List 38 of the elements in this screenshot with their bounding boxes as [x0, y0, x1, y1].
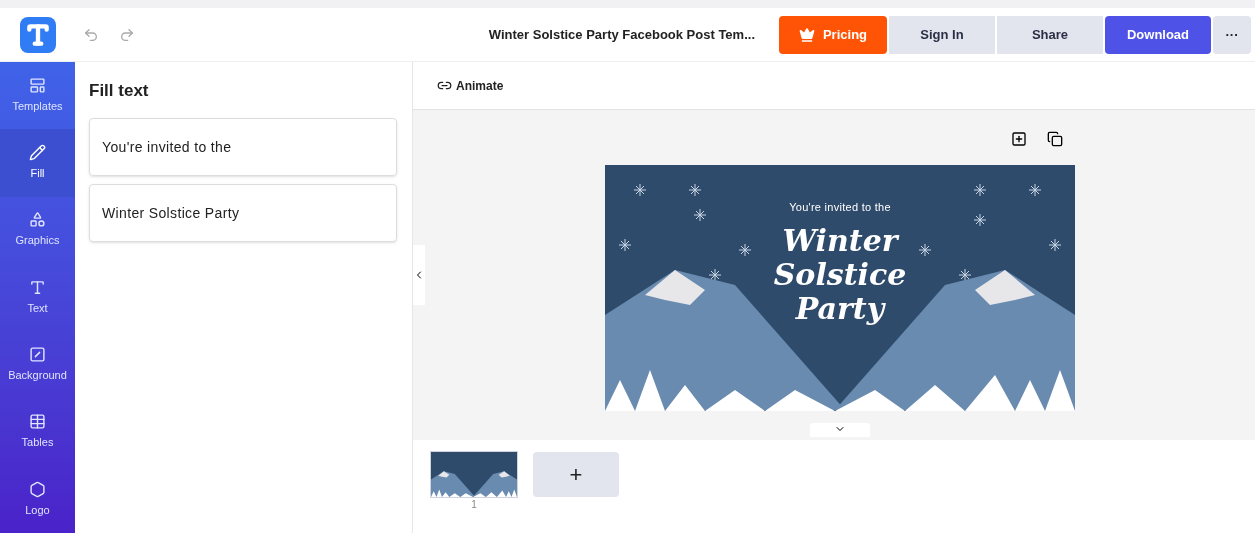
panel-title: Fill text	[89, 80, 150, 102]
header-button[interactable]: Share	[997, 15, 1103, 54]
sidebar-tab[interactable]: Templates	[0, 62, 75, 130]
letter-t-icon	[29, 278, 46, 296]
text-field[interactable]: Winter Solstice Party	[89, 183, 397, 242]
more-button[interactable]: ···	[1213, 15, 1251, 54]
redo-icon[interactable]	[119, 26, 135, 43]
app-logo[interactable]	[19, 16, 56, 53]
crown-icon	[798, 26, 815, 43]
sidebar-tab[interactable]: Graphics	[0, 196, 75, 264]
hexagon-icon	[29, 480, 46, 498]
pencil-icon	[29, 144, 46, 162]
poster-title-line: Winter	[782, 223, 898, 258]
poster-design[interactable]: You're invited to the Winter Solstice Party	[605, 165, 1075, 411]
page-number: 1	[471, 498, 477, 512]
sidebar-tab[interactable]: Fill	[0, 129, 75, 197]
layout-icon	[29, 76, 46, 94]
text-field[interactable]: You're invited to the	[89, 117, 397, 176]
letter-t-icon	[24, 21, 51, 48]
poster-title-line: Party	[795, 291, 885, 326]
sidebar-tab[interactable]: Text	[0, 263, 75, 332]
add-page-button[interactable]: +	[533, 452, 619, 497]
hatched-square-icon	[29, 346, 46, 363]
animate-button[interactable]: Animate	[437, 76, 504, 95]
sidebar-tab[interactable]: Logo	[0, 465, 75, 533]
download-button[interactable]: Download	[1105, 15, 1211, 54]
document-title[interactable]: Winter Solstice Party Facebook Post Tem...	[488, 24, 755, 45]
duplicate-icon[interactable]	[1047, 131, 1063, 147]
sidebar-tab[interactable]: Tables	[0, 398, 75, 466]
shapes-icon	[29, 211, 46, 229]
poster-title-line: Solstice	[773, 257, 907, 292]
page-thumbnail[interactable]	[431, 452, 517, 497]
sidebar-tab[interactable]: Background	[0, 331, 75, 399]
add-icon[interactable]	[1011, 131, 1027, 147]
poster-subtitle: You're invited to the	[789, 200, 891, 215]
table-icon	[29, 413, 46, 431]
header-button[interactable]: Sign In	[889, 15, 995, 54]
undo-icon[interactable]	[83, 26, 99, 43]
